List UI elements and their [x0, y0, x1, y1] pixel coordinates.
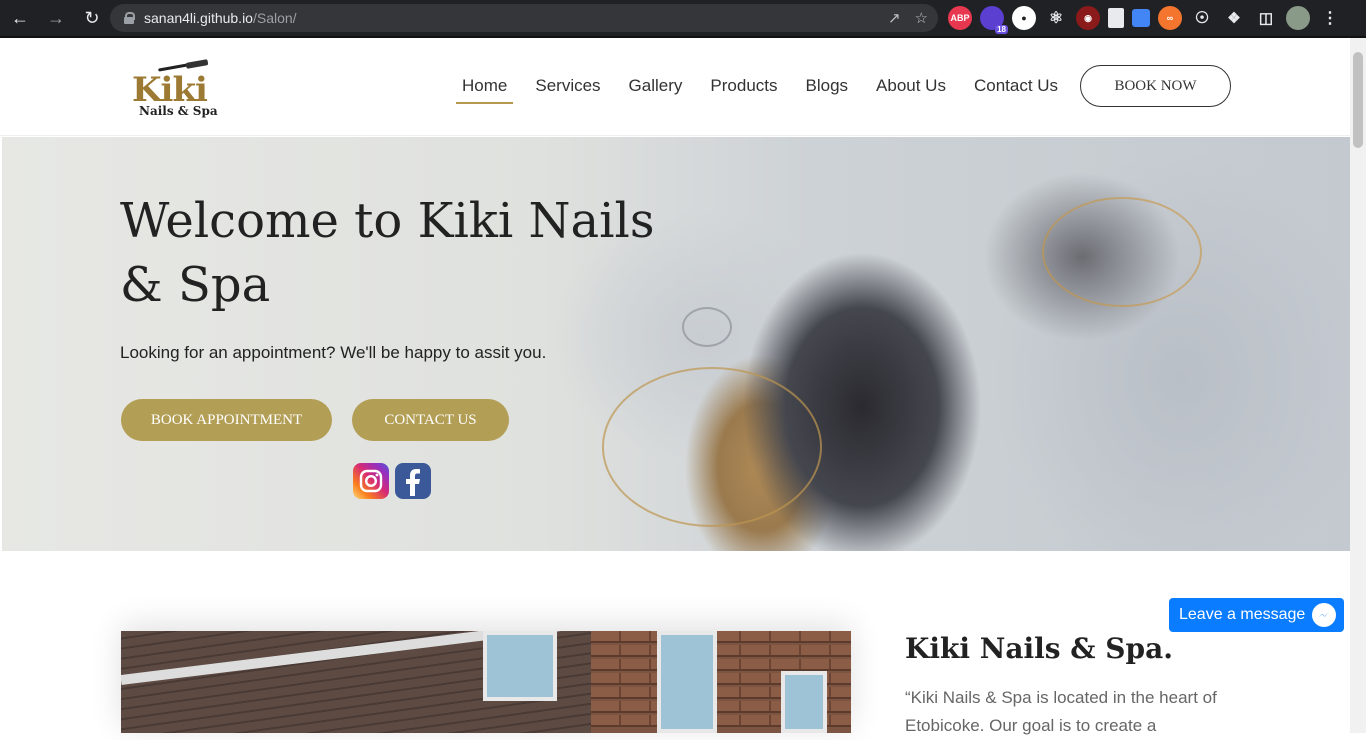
hero-marble-vein — [602, 367, 822, 527]
nav-about-us[interactable]: About Us — [862, 74, 960, 104]
nav-products[interactable]: Products — [696, 74, 791, 104]
photo-bricks — [591, 645, 851, 657]
sidebar-icon[interactable]: ◫ — [1254, 6, 1278, 30]
extension-circle-icon[interactable]: ● — [1012, 6, 1036, 30]
extensions-bar: ABP 18 ● ⚛ ◉ ∞ ☉ ❖ ◫ ⋮ — [948, 6, 1342, 34]
hero-marble-bubble — [682, 307, 732, 347]
instagram-icon[interactable] — [353, 463, 389, 499]
menu-kebab-icon[interactable]: ⋮ — [1318, 6, 1342, 30]
main-nav: Home Services Gallery Products Blogs Abo… — [448, 74, 1072, 104]
site-logo[interactable]: Kiki Nails & Spa — [128, 54, 230, 122]
leave-message-button[interactable]: Leave a message — [1169, 598, 1344, 632]
nav-blogs[interactable]: Blogs — [792, 74, 863, 104]
photo-window — [781, 671, 827, 733]
photo-window — [657, 631, 717, 733]
puzzle-icon[interactable]: ❖ — [1222, 6, 1246, 30]
back-icon[interactable]: ← — [4, 2, 36, 34]
extension-red-icon[interactable]: ◉ — [1076, 6, 1100, 30]
reload-icon[interactable]: ↻ — [76, 2, 108, 34]
hero-section: Welcome to Kiki Nails & Spa Looking for … — [2, 137, 1350, 551]
extension-orange-icon[interactable]: ∞ — [1158, 6, 1182, 30]
contact-us-button[interactable]: CONTACT US — [352, 399, 509, 441]
photo-bricks — [591, 631, 851, 643]
nav-gallery[interactable]: Gallery — [615, 74, 697, 104]
nav-contact-us[interactable]: Contact Us — [960, 74, 1072, 104]
photo-bricks — [591, 659, 851, 671]
about-title: Kiki Nails & Spa. — [905, 632, 1173, 665]
bookmark-star-icon[interactable]: ☆ — [915, 9, 928, 27]
share-icon[interactable]: ↗ — [888, 9, 901, 27]
site-header: Kiki Nails & Spa Home Services Gallery P… — [0, 38, 1350, 136]
document-icon[interactable] — [1108, 8, 1124, 28]
hero-marble-vein — [1042, 197, 1202, 307]
adblock-icon[interactable]: ABP — [948, 6, 972, 30]
book-now-button[interactable]: BOOK NOW — [1080, 65, 1231, 107]
nav-home[interactable]: Home — [448, 74, 521, 104]
forward-icon[interactable]: → — [40, 2, 72, 34]
react-devtools-icon[interactable]: ⚛ — [1044, 6, 1068, 30]
url-host: sanan4li.github.io — [144, 10, 253, 26]
url-path: /Salon/ — [252, 10, 297, 26]
photo-window — [483, 631, 557, 701]
extension-badge-icon[interactable]: 18 — [980, 6, 1008, 34]
page-scrollbar[interactable] — [1350, 38, 1366, 733]
scrollbar-thumb[interactable] — [1353, 52, 1363, 148]
salon-building-photo — [121, 631, 851, 733]
extension-badge: 18 — [995, 25, 1008, 34]
facebook-icon[interactable] — [395, 463, 431, 499]
globe-icon[interactable]: ☉ — [1190, 6, 1214, 30]
address-bar[interactable]: sanan4li.github.io/Salon/ ↗ ☆ — [110, 4, 938, 32]
browser-toolbar: ← → ↻ sanan4li.github.io/Salon/ ↗ ☆ ABP … — [0, 0, 1366, 36]
profile-avatar[interactable] — [1286, 6, 1310, 30]
hero-subtitle: Looking for an appointment? We'll be hap… — [120, 343, 547, 362]
logo-sub-text: Nails & Spa — [139, 104, 218, 118]
book-appointment-button[interactable]: BOOK APPOINTMENT — [121, 399, 332, 441]
extension-blue-icon[interactable] — [1132, 9, 1150, 27]
messenger-icon — [1312, 603, 1336, 627]
lock-icon — [124, 12, 135, 24]
hero-title: Welcome to Kiki Nails & Spa — [120, 193, 655, 313]
nav-services[interactable]: Services — [521, 74, 614, 104]
leave-message-label: Leave a message — [1179, 606, 1306, 623]
about-text: “Kiki Nails & Spa is located in the hear… — [905, 688, 1217, 735]
